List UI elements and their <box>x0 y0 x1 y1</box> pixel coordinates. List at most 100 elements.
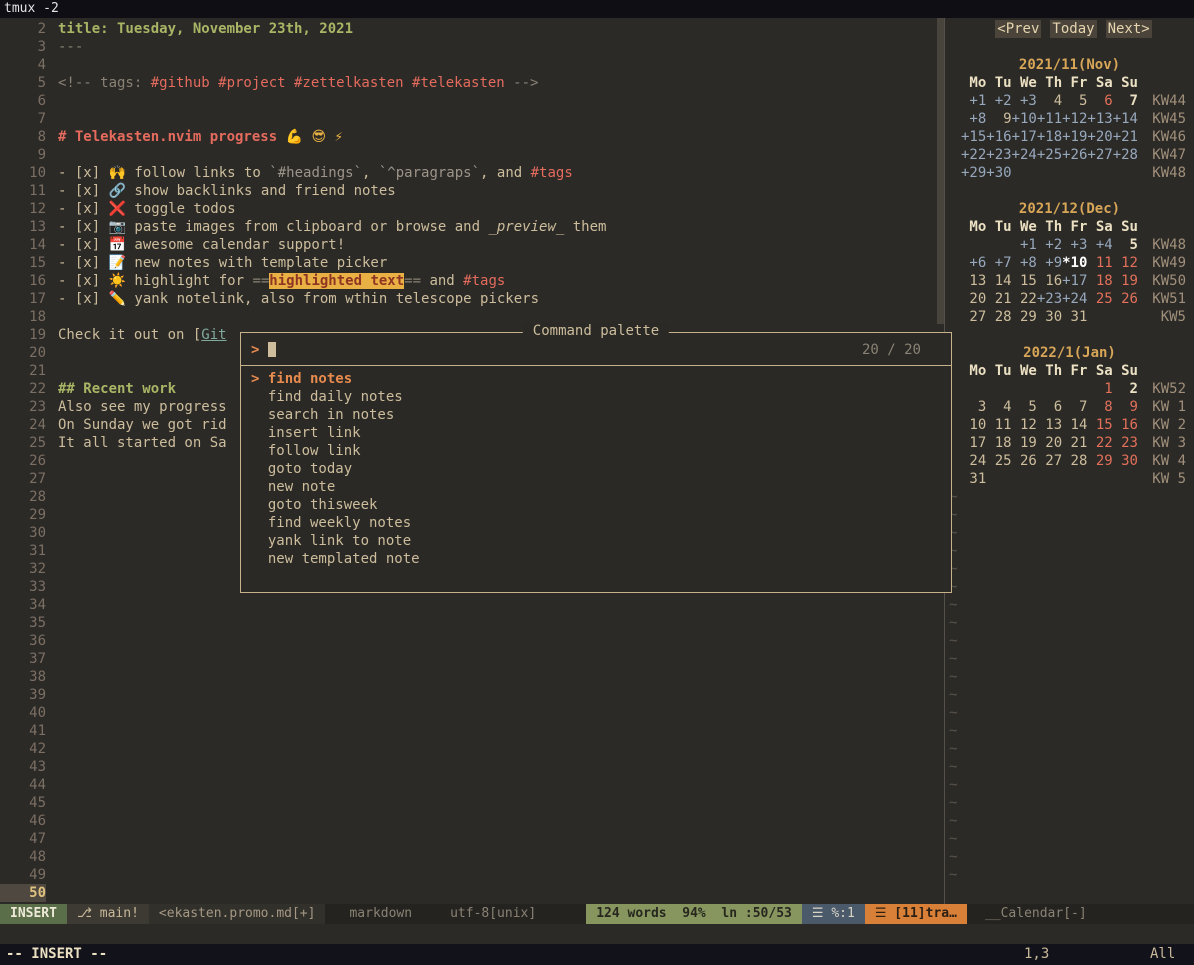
palette-prompt-input[interactable]: > 20 / 20 <box>241 339 951 361</box>
calendar-day[interactable]: 6 <box>1087 92 1112 110</box>
calendar-day[interactable]: 6 <box>1037 398 1062 416</box>
calendar-day[interactable]: +10 <box>1012 110 1037 128</box>
calendar-day[interactable]: 11 <box>1087 254 1112 272</box>
calendar-day[interactable]: +16 <box>986 128 1011 146</box>
calendar-day[interactable]: +1 <box>961 92 986 110</box>
editor-line[interactable]: 16- [x] ☀️ highlight for ==highlighted t… <box>0 272 944 290</box>
editor-line[interactable]: 46 <box>0 812 944 830</box>
calendar-day[interactable]: 8 <box>1087 398 1112 416</box>
calendar-day[interactable]: +24 <box>1012 146 1037 164</box>
calendar-day[interactable]: +8 <box>1012 254 1037 272</box>
editor-line[interactable]: 18 <box>0 308 944 326</box>
editor-line[interactable]: 4 <box>0 56 944 74</box>
result-item[interactable]: insert link <box>241 424 951 442</box>
result-item[interactable]: search in notes <box>241 406 951 424</box>
calendar-day[interactable]: 10 <box>961 416 986 434</box>
calendar-day[interactable]: 22 <box>1012 290 1037 308</box>
editor-line[interactable]: 41 <box>0 722 944 740</box>
calendar-day[interactable]: +17 <box>1062 272 1087 290</box>
calendar-day[interactable]: 13 <box>1037 416 1062 434</box>
calendar-day[interactable]: +17 <box>1012 128 1037 146</box>
result-item[interactable]: find weekly notes <box>241 514 951 532</box>
calendar-day[interactable]: 30 <box>1113 452 1138 470</box>
calendar-day[interactable]: 21 <box>1062 434 1087 452</box>
calendar-day[interactable]: 5 <box>1012 398 1037 416</box>
editor-line[interactable]: 13- [x] 📷 paste images from clipboard or… <box>0 218 944 236</box>
calendar-day[interactable]: 29 <box>1012 308 1037 326</box>
calendar-day[interactable]: 26 <box>1012 452 1037 470</box>
calendar-day[interactable]: 4 <box>1037 92 1062 110</box>
editor-line[interactable]: 42 <box>0 740 944 758</box>
result-item[interactable]: new templated note <box>241 550 951 568</box>
calendar-day[interactable]: +28 <box>1113 146 1138 164</box>
calendar-day[interactable]: +2 <box>1037 236 1062 254</box>
calendar-day[interactable]: 7 <box>1113 92 1138 110</box>
editor-line[interactable]: 35 <box>0 614 944 632</box>
calendar-today-button[interactable]: Today <box>1050 20 1096 38</box>
calendar-day[interactable]: 9 <box>986 110 1011 128</box>
calendar-day[interactable]: 28 <box>1062 452 1087 470</box>
editor-line[interactable]: 50 <box>0 884 944 902</box>
editor-line[interactable]: 9 <box>0 146 944 164</box>
editor-line[interactable]: 6 <box>0 92 944 110</box>
editor-line[interactable]: 17- [x] ✏️ yank notelink, also from wthi… <box>0 290 944 308</box>
calendar-day[interactable]: 23 <box>1113 434 1138 452</box>
calendar-day[interactable]: 25 <box>1087 290 1112 308</box>
calendar-day[interactable]: 24 <box>961 452 986 470</box>
calendar-day[interactable]: +1 <box>1012 236 1037 254</box>
result-item[interactable]: find daily notes <box>241 388 951 406</box>
calendar-day[interactable]: +3 <box>1012 92 1037 110</box>
editor-line[interactable]: 5<!-- tags: #github #project #zettelkast… <box>0 74 944 92</box>
calendar-day[interactable]: 12 <box>1113 254 1138 272</box>
result-item[interactable]: new note <box>241 478 951 496</box>
editor-line[interactable]: 36 <box>0 632 944 650</box>
calendar-day[interactable]: 13 <box>961 272 986 290</box>
calendar-day[interactable]: +20 <box>1087 128 1112 146</box>
calendar-day[interactable]: +25 <box>1037 146 1062 164</box>
editor-line[interactable]: 37 <box>0 650 944 668</box>
calendar-day[interactable]: +27 <box>1087 146 1112 164</box>
calendar-day[interactable]: 4 <box>986 398 1011 416</box>
calendar-day[interactable]: 16 <box>1113 416 1138 434</box>
calendar-day[interactable]: 29 <box>1087 452 1112 470</box>
editor-line[interactable]: 39 <box>0 686 944 704</box>
calendar-day[interactable]: 17 <box>961 434 986 452</box>
calendar-day[interactable]: +22 <box>961 146 986 164</box>
calendar-day[interactable]: +23 <box>986 146 1011 164</box>
calendar-day[interactable]: 5 <box>1113 236 1138 254</box>
calendar-day[interactable]: +18 <box>1037 128 1062 146</box>
calendar-day[interactable]: 5 <box>1062 92 1087 110</box>
calendar-day[interactable]: 15 <box>1012 272 1037 290</box>
result-item[interactable]: follow link <box>241 442 951 460</box>
editor-line[interactable]: 15- [x] 📝 new notes with template picker <box>0 254 944 272</box>
scrollbar-thumb[interactable] <box>937 18 944 324</box>
calendar-day[interactable]: 27 <box>1037 452 1062 470</box>
calendar-day[interactable]: 19 <box>1012 434 1037 452</box>
calendar-day[interactable]: +9 <box>1037 254 1062 272</box>
result-item[interactable]: yank link to note <box>241 532 951 550</box>
command-line[interactable]: :lua require('telekasten').panel() <box>0 924 1194 944</box>
calendar-day[interactable]: 9 <box>1113 398 1138 416</box>
calendar-day[interactable]: 28 <box>986 308 1011 326</box>
editor-line[interactable]: 38 <box>0 668 944 686</box>
editor-line[interactable]: 43 <box>0 758 944 776</box>
calendar-day[interactable]: +19 <box>1062 128 1087 146</box>
calendar-day[interactable]: 31 <box>1062 308 1087 326</box>
editor-line[interactable]: 44 <box>0 776 944 794</box>
result-item[interactable]: goto today <box>241 460 951 478</box>
calendar-day[interactable]: 20 <box>1037 434 1062 452</box>
editor-line[interactable]: 45 <box>0 794 944 812</box>
calendar-day[interactable]: +4 <box>1087 236 1112 254</box>
calendar-day[interactable]: 7 <box>1062 398 1087 416</box>
calendar-day[interactable]: +23 <box>1037 290 1062 308</box>
editor-line[interactable]: 34 <box>0 596 944 614</box>
calendar-day[interactable]: 26 <box>1113 290 1138 308</box>
calendar-day[interactable]: 27 <box>961 308 986 326</box>
result-item[interactable]: goto thisweek <box>241 496 951 514</box>
calendar-day[interactable]: 16 <box>1037 272 1062 290</box>
calendar-day[interactable]: *10 <box>1062 254 1087 272</box>
calendar-day[interactable]: 31 <box>961 470 986 488</box>
editor-line[interactable]: 10- [x] 🙌 follow links to `#headings`, `… <box>0 164 944 182</box>
editor-line[interactable]: 40 <box>0 704 944 722</box>
editor-line[interactable]: 7 <box>0 110 944 128</box>
